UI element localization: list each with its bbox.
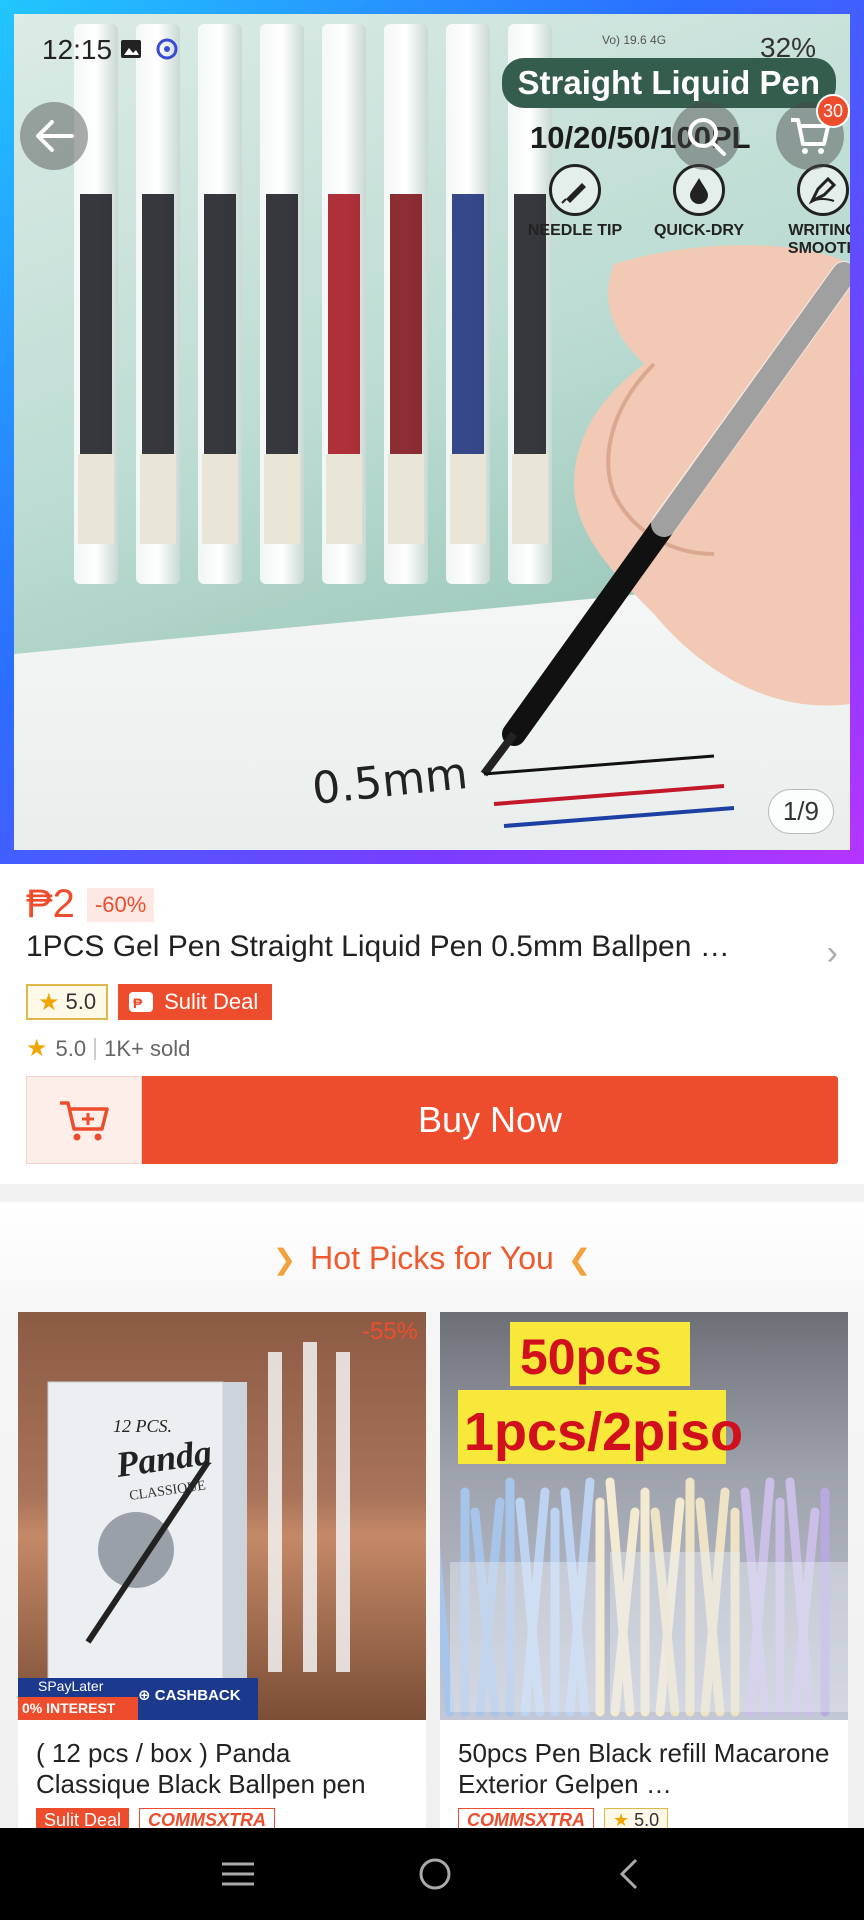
image-counter: 1/9 [767, 789, 834, 834]
pen-label [512, 454, 548, 544]
section-title: ❯ Hot Picks for You ❮ [0, 1240, 864, 1277]
sold-count: 1K+ sold [104, 1035, 191, 1061]
product-card-name: ( 12 pcs / box ) Panda Classique Black B… [36, 1738, 366, 1799]
signal-indicator: Vo) 19.6 4G [602, 33, 667, 47]
gallery-icon [121, 40, 141, 58]
price-row: ₱2 -60% [26, 882, 155, 927]
battery-level: 32% [760, 32, 817, 63]
ink-drop-icon [673, 164, 725, 216]
pen-label [388, 454, 424, 544]
pen-label [140, 454, 176, 544]
buy-now-button[interactable]: Buy Now [142, 1076, 838, 1164]
box-text-count: 12 PCS. [113, 1416, 172, 1436]
chevron-right-icon[interactable]: › [827, 934, 838, 973]
price: ₱2 [26, 882, 75, 926]
deal-tag-label: Sulit Deal [164, 989, 259, 1014]
feature-quick-dry: QUICK-DRY [644, 164, 754, 258]
pen-ink [328, 194, 360, 454]
feature-label: QUICK-DRY [653, 222, 745, 239]
pen-label [326, 454, 362, 544]
card-discount: -55% [361, 1318, 418, 1345]
cart-button[interactable]: 30 [776, 94, 850, 170]
pen-ink [142, 194, 174, 454]
product-card-image: 50pcs 1pcs/2piso [440, 1312, 848, 1720]
svg-text:₱: ₱ [133, 995, 143, 1011]
status-bar: 12:15 Vo) 19.6 4G 32% [0, 0, 864, 100]
add-to-cart-icon [60, 1101, 109, 1141]
deal-logo-icon: ₱ [129, 992, 154, 1012]
feature-label: WRITING SMOOTH [787, 222, 850, 257]
image-text-quantity: 50pcs [520, 1329, 662, 1385]
arrow-left-icon [36, 120, 74, 152]
hot-picks-section: ❯ Hot Picks for You ❮ 12 PCS. Panda CLASSI… [0, 1202, 864, 1832]
pen-label [78, 454, 114, 544]
app-notification-icon [156, 38, 178, 60]
back-nav-icon[interactable] [614, 1856, 644, 1892]
divider [94, 1037, 97, 1060]
pen-nib-icon [797, 164, 849, 216]
rating-and-sold: ★ 5.0 1K+ sold [26, 1034, 190, 1063]
promo-strip: SPayLater 0% INTEREST ⊕ CASHBACK [18, 1678, 258, 1720]
pen-ink [204, 194, 236, 454]
back-button[interactable] [20, 102, 88, 170]
sulit-deal-tag: ₱ Sulit Deal [118, 984, 273, 1020]
panda-box-image: 12 PCS. Panda CLASSIQUE [47, 1342, 350, 1683]
product-tags: ★ 5.0 ₱ Sulit Deal [26, 984, 273, 1020]
pen-ink [266, 194, 298, 454]
purchase-actions: Buy Now [26, 1076, 838, 1164]
pen-label [450, 454, 486, 544]
discount-badge: -60% [86, 887, 155, 922]
product-card[interactable]: 12 PCS. Panda CLASSIQUE -55% SPayLater 0… [18, 1312, 426, 1832]
home-icon[interactable] [417, 1856, 453, 1892]
squiggle-left-icon: ❯ [272, 1244, 297, 1275]
feature-list: NEEDLE TIP QUICK-DRY WRITING SMOOTH [520, 164, 850, 258]
star-icon: ★ [26, 1035, 48, 1062]
product-info: ₱2 -60% 1PCS Gel Pen Straight Liquid Pen… [0, 864, 864, 1184]
rating-value: 5.0 [55, 1035, 87, 1061]
product-card-name: 50pcs Pen Black refill Macarone Exterior… [458, 1738, 830, 1799]
feature-needle-tip: NEEDLE TIP [520, 164, 630, 258]
paylater-label: SPayLater [38, 1678, 104, 1694]
interest-label: 0% INTEREST [18, 1697, 138, 1720]
star-icon: ★ [38, 988, 60, 1016]
clock: 12:15 [42, 34, 113, 65]
feature-label: NEEDLE TIP [527, 222, 623, 239]
squiggle-right-icon: ❮ [567, 1244, 592, 1275]
needle-tip-icon [549, 164, 601, 216]
pastel-pens-image: 50pcs 1pcs/2piso [440, 1322, 848, 1717]
product-title[interactable]: 1PCS Gel Pen Straight Liquid Pen 0.5mm B… [26, 930, 816, 964]
cashback-label: ⊕ CASHBACK [138, 1687, 241, 1704]
search-button[interactable] [672, 102, 740, 170]
image-text-price: 1pcs/2piso [464, 1402, 743, 1462]
rating-tag-value: 5.0 [65, 989, 97, 1014]
pen-label [202, 454, 238, 544]
search-icon [688, 118, 726, 156]
pen-ink [390, 194, 422, 454]
system-navigation-bar [0, 1828, 864, 1920]
hot-picks-title: Hot Picks for You [310, 1240, 554, 1276]
add-to-cart-button[interactable] [26, 1076, 142, 1164]
rating-tag: ★ 5.0 [26, 984, 109, 1020]
product-card[interactable]: 50pcs 1pcs/2piso 50pcs Pen Black refill … [440, 1312, 848, 1832]
feature-writing-smooth: WRITING SMOOTH [768, 164, 850, 258]
product-card-image: 12 PCS. Panda CLASSIQUE -55% SPayLater 0… [18, 1312, 426, 1720]
pen-label [264, 454, 300, 544]
pastel-pen [440, 1545, 455, 1717]
pen-ink [452, 194, 484, 454]
product-page: 0.5mm Straight Liquid Pen 10/20/50/100PL… [0, 0, 864, 1920]
pen-ink [80, 194, 112, 454]
menu-icon[interactable] [220, 1859, 256, 1889]
cart-count-badge: 30 [816, 94, 850, 128]
